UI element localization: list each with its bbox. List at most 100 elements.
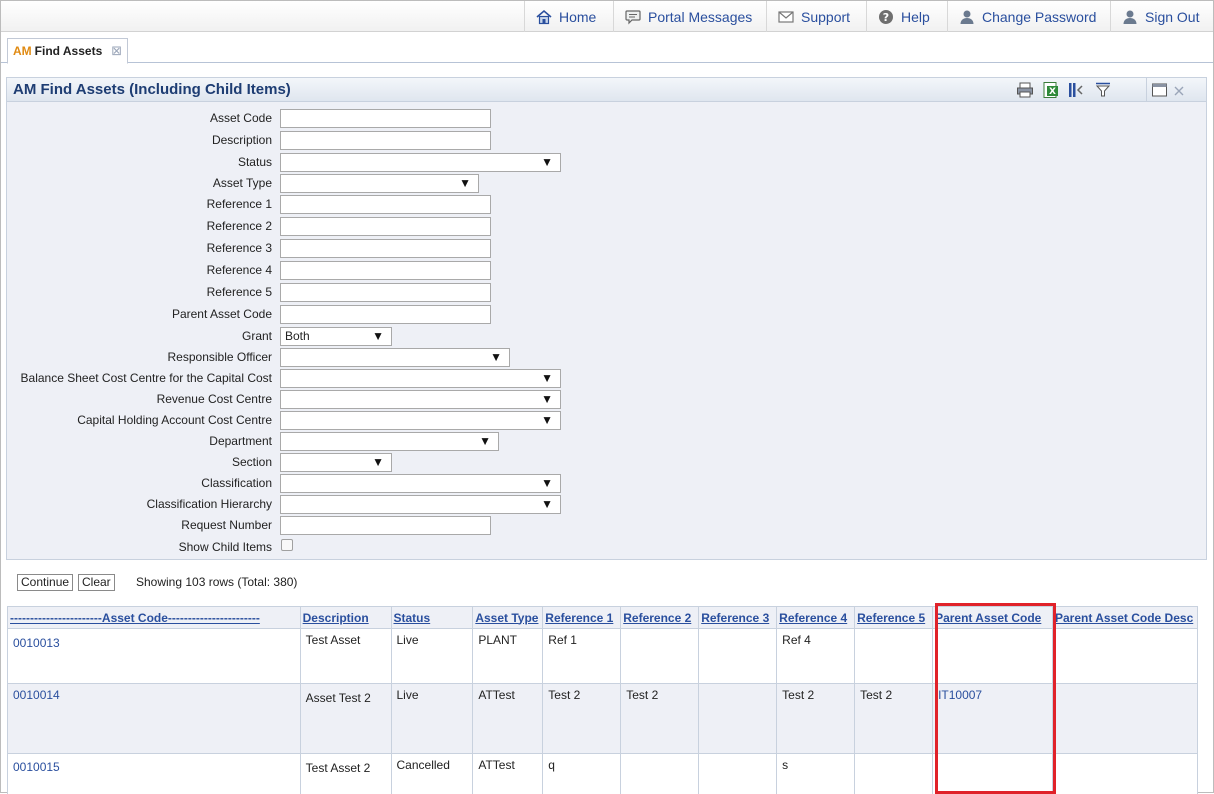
nav-sign-out[interactable]: Sign Out (1110, 1, 1213, 32)
reference-3-label: Reference 3 (207, 241, 272, 255)
chevron-down-icon: ▼ (490, 349, 502, 366)
status-label: Status (238, 155, 272, 169)
nav-change-password[interactable]: Change Password (947, 1, 1110, 32)
status-cell: Cancelled (391, 754, 473, 794)
tab-label: Find Assets (35, 44, 103, 58)
reference-2-input[interactable] (280, 217, 491, 236)
chevron-down-icon: ▼ (541, 475, 553, 492)
column-header-reference-2[interactable]: Reference 2 (621, 607, 699, 629)
parent-asset-code-input[interactable] (280, 305, 491, 324)
search-form: Asset Code Description Status ▼ Asset Ty… (6, 102, 1207, 560)
responsible-officer-select[interactable]: ▼ (280, 348, 510, 367)
reference-1-input[interactable] (280, 195, 491, 214)
table-header-row: -----------------------Asset Code-------… (8, 607, 1198, 629)
filter-icon[interactable] (1094, 81, 1112, 99)
reference-3-cell (699, 684, 777, 754)
status-select[interactable]: ▼ (280, 153, 561, 172)
section-select[interactable]: ▼ (280, 453, 392, 472)
classification-hierarchy-select[interactable]: ▼ (280, 495, 561, 514)
close-icon[interactable]: ⊠ (111, 43, 122, 59)
window-icon[interactable] (1151, 81, 1169, 99)
parent-asset-code-desc-cell (1052, 684, 1197, 754)
toolbar-divider (1146, 78, 1147, 102)
classification-label: Classification (201, 476, 272, 490)
column-header-parent-asset-code[interactable]: Parent Asset Code (933, 607, 1053, 629)
nav-portal-messages-label: Portal Messages (648, 9, 752, 25)
parent-asset-code-link[interactable]: IT10007 (938, 688, 982, 702)
table-row: 0010014 Asset Test 2 Live ATTest Test 2 … (8, 684, 1198, 754)
status-cell: Live (391, 684, 473, 754)
reference-4-input[interactable] (280, 261, 491, 280)
chevron-down-icon: ▼ (541, 412, 553, 429)
show-child-items-checkbox[interactable] (281, 539, 293, 551)
excel-export-icon[interactable]: X (1042, 81, 1060, 99)
mail-icon (777, 8, 795, 26)
nav-support-label: Support (801, 9, 850, 25)
nav-support[interactable]: Support (766, 1, 866, 32)
svg-text:X: X (1049, 87, 1056, 97)
balance-sheet-cost-centre-label: Balance Sheet Cost Centre for the Capita… (21, 371, 272, 385)
chevron-down-icon: ▼ (372, 328, 384, 345)
classification-select[interactable]: ▼ (280, 474, 561, 493)
chevron-down-icon: ▼ (541, 370, 553, 387)
grant-select[interactable]: Both ▼ (280, 327, 392, 346)
capital-holding-cost-centre-label: Capital Holding Account Cost Centre (77, 413, 272, 427)
reference-4-cell: s (777, 754, 855, 794)
table-row: 0010013 Test Asset Live PLANT Ref 1 Ref … (8, 629, 1198, 684)
user-icon (1121, 8, 1139, 26)
reference-3-cell (699, 754, 777, 794)
chevron-down-icon: ▼ (459, 175, 471, 192)
nav-home[interactable]: Home (524, 1, 613, 32)
parent-asset-code-desc-cell (1052, 754, 1197, 794)
column-header-asset-type[interactable]: Asset Type (473, 607, 543, 629)
panel-header: AM Find Assets (Including Child Items) X (6, 77, 1207, 102)
reference-1-cell: q (543, 754, 621, 794)
column-header-reference-5[interactable]: Reference 5 (855, 607, 933, 629)
chevron-down-icon: ▼ (541, 391, 553, 408)
capital-holding-cost-centre-select[interactable]: ▼ (280, 411, 561, 430)
asset-code-link[interactable]: 0010013 (13, 636, 60, 650)
nav-help-label: Help (901, 9, 930, 25)
reference-1-cell: Test 2 (543, 684, 621, 754)
grant-value: Both (285, 329, 310, 343)
column-header-reference-1[interactable]: Reference 1 (543, 607, 621, 629)
nav-help[interactable]: ? Help (866, 1, 947, 32)
nav-portal-messages[interactable]: Portal Messages (613, 1, 766, 32)
asset-type-label: Asset Type (213, 176, 272, 190)
asset-code-link[interactable]: 0010014 (13, 688, 60, 702)
reference-5-cell (855, 629, 933, 684)
department-select[interactable]: ▼ (280, 432, 499, 451)
close-icon[interactable] (1170, 81, 1182, 99)
column-header-reference-4[interactable]: Reference 4 (777, 607, 855, 629)
column-header-parent-asset-code-desc[interactable]: Parent Asset Code Desc (1052, 607, 1197, 629)
asset-code-link[interactable]: 0010015 (13, 760, 60, 774)
revenue-cost-centre-select[interactable]: ▼ (280, 390, 561, 409)
asset-code-input[interactable] (280, 109, 491, 128)
chevron-down-icon: ▼ (541, 154, 553, 171)
asset-type-select[interactable]: ▼ (280, 174, 479, 193)
clear-button[interactable]: Clear (78, 574, 115, 591)
column-header-reference-3[interactable]: Reference 3 (699, 607, 777, 629)
description-input[interactable] (280, 131, 491, 150)
reference-3-input[interactable] (280, 239, 491, 258)
chevron-down-icon: ▼ (541, 496, 553, 513)
reference-5-cell: Test 2 (855, 684, 933, 754)
tab-find-assets[interactable]: AM Find Assets ⊠ (7, 38, 128, 64)
print-icon[interactable] (1016, 81, 1034, 99)
row-count-status: Showing 103 rows (Total: 380) (136, 575, 297, 589)
column-header-description[interactable]: Description (300, 607, 391, 629)
parent-asset-code-desc-cell (1052, 629, 1197, 684)
reference-2-cell (621, 754, 699, 794)
request-number-input[interactable] (280, 516, 491, 535)
home-icon (535, 8, 553, 26)
reference-5-input[interactable] (280, 283, 491, 302)
continue-button[interactable]: Continue (17, 574, 73, 591)
balance-sheet-cost-centre-select[interactable]: ▼ (280, 369, 561, 388)
description-cell: Test Asset 2 (300, 754, 391, 794)
column-header-asset-code[interactable]: -----------------------Asset Code-------… (8, 607, 301, 629)
reference-4-cell: Test 2 (777, 684, 855, 754)
asset-type-cell: ATTest (473, 684, 543, 754)
column-header-status[interactable]: Status (391, 607, 473, 629)
columns-icon[interactable] (1067, 81, 1085, 99)
top-navigation: Home Portal Messages Support ? Help Chan… (1, 1, 1213, 32)
